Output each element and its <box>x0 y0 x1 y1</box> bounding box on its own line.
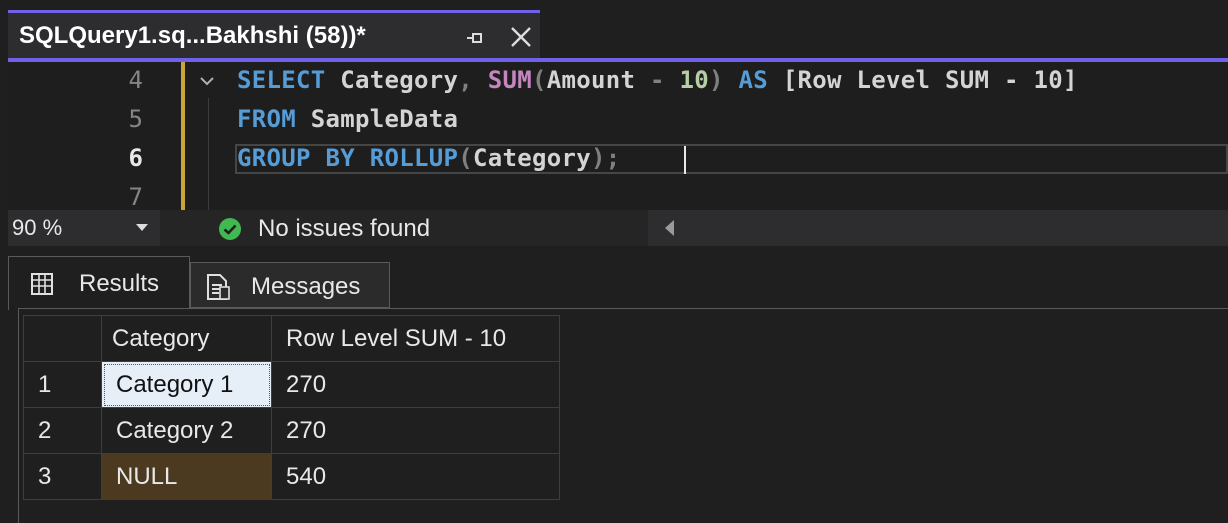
row-number[interactable]: 2 <box>23 407 102 454</box>
tab-results[interactable]: Results <box>8 256 190 310</box>
line-number-current: 6 <box>128 144 143 172</box>
row-number-header[interactable] <box>23 315 102 362</box>
line-number: 4 <box>128 66 143 94</box>
sql-editor[interactable]: 4 5 6 7 SELECT Category, SUM(Amount - 10… <box>8 62 1228 210</box>
code-token: Category <box>473 144 591 172</box>
editor-status-strip: 90 % No issues found <box>8 210 1228 246</box>
code-token: ( <box>532 66 547 94</box>
document-tab-title: SQLQuery1.sq...Bakhshi (58))* <box>19 22 366 49</box>
header-row: Category Row Level SUM - 10 <box>23 315 560 362</box>
document-tab-strip: SQLQuery1.sq...Bakhshi (58))* <box>0 0 1228 62</box>
line-number: 7 <box>128 183 143 210</box>
code-token: Amount <box>546 66 636 94</box>
grid-cell[interactable]: 540 <box>271 453 560 500</box>
code-token: ); <box>591 144 621 172</box>
column-header[interactable]: Row Level SUM - 10 <box>271 315 560 362</box>
change-tracking-bar <box>181 62 185 210</box>
pin-icon[interactable] <box>464 27 486 49</box>
zoom-value: 90 % <box>12 215 63 240</box>
line-number-gutter: 4 5 6 7 <box>8 62 181 210</box>
scroll-left-icon[interactable] <box>664 220 676 236</box>
code-line-6: GROUP BY ROLLUP(Category); <box>237 144 621 172</box>
grid-cell[interactable]: Category 2 <box>101 407 272 454</box>
results-grid: Category Row Level SUM - 10 1 Category 1… <box>23 315 560 500</box>
code-token: - <box>635 66 665 94</box>
close-icon[interactable] <box>508 24 534 50</box>
document-tab[interactable]: SQLQuery1.sq...Bakhshi (58))* <box>8 10 540 60</box>
horizontal-scrollbar[interactable] <box>648 210 1228 246</box>
code-token: FROM <box>237 105 296 133</box>
code-line-5: FROM SampleData <box>237 105 458 133</box>
code-token: SampleData <box>296 105 459 133</box>
text-caret <box>684 146 686 174</box>
code-token: AS <box>723 66 768 94</box>
issues-status[interactable]: No issues found <box>258 215 430 243</box>
table-row: 2 Category 2 270 <box>23 407 560 454</box>
code-line-4: SELECT Category, SUM(Amount - 10) AS [Ro… <box>237 66 1078 94</box>
results-panel: Results Messages Category Row Level SUM … <box>8 246 1228 523</box>
row-number[interactable]: 1 <box>23 361 102 408</box>
zoom-dropdown[interactable]: 90 % <box>8 210 160 246</box>
code-token: , <box>458 66 473 94</box>
grid-icon <box>31 273 53 295</box>
outline-guide <box>208 98 209 210</box>
code-token: 10 <box>664 66 709 94</box>
grid-cell[interactable]: 270 <box>271 407 560 454</box>
chevron-down-icon[interactable] <box>198 72 216 90</box>
column-header[interactable]: Category <box>101 315 272 362</box>
table-row: 1 Category 1 270 <box>23 361 560 408</box>
code-token: GROUP BY ROLLUP <box>237 144 459 172</box>
tab-messages[interactable]: Messages <box>190 262 390 308</box>
results-grid-area: Category Row Level SUM - 10 1 Category 1… <box>18 308 1228 523</box>
grid-cell[interactable]: 270 <box>271 361 560 408</box>
tab-messages-label: Messages <box>251 273 361 300</box>
messages-icon <box>207 274 230 300</box>
grid-cell-null[interactable]: NULL <box>101 453 272 500</box>
table-row: 3 NULL 540 <box>23 453 560 500</box>
tab-results-label: Results <box>79 270 160 297</box>
code-token: Category <box>325 66 459 94</box>
code-token: SELECT <box>237 66 326 94</box>
grid-cell-selected[interactable]: Category 1 <box>101 361 272 408</box>
row-number[interactable]: 3 <box>23 453 102 500</box>
code-token: ( <box>458 144 473 172</box>
check-circle-icon <box>219 218 241 240</box>
code-token: ) <box>709 66 724 94</box>
line-number: 5 <box>128 105 143 133</box>
code-token: SUM <box>473 66 532 94</box>
code-token: [Row Level SUM - 10] <box>768 66 1078 94</box>
dropdown-arrow-icon <box>136 224 148 231</box>
